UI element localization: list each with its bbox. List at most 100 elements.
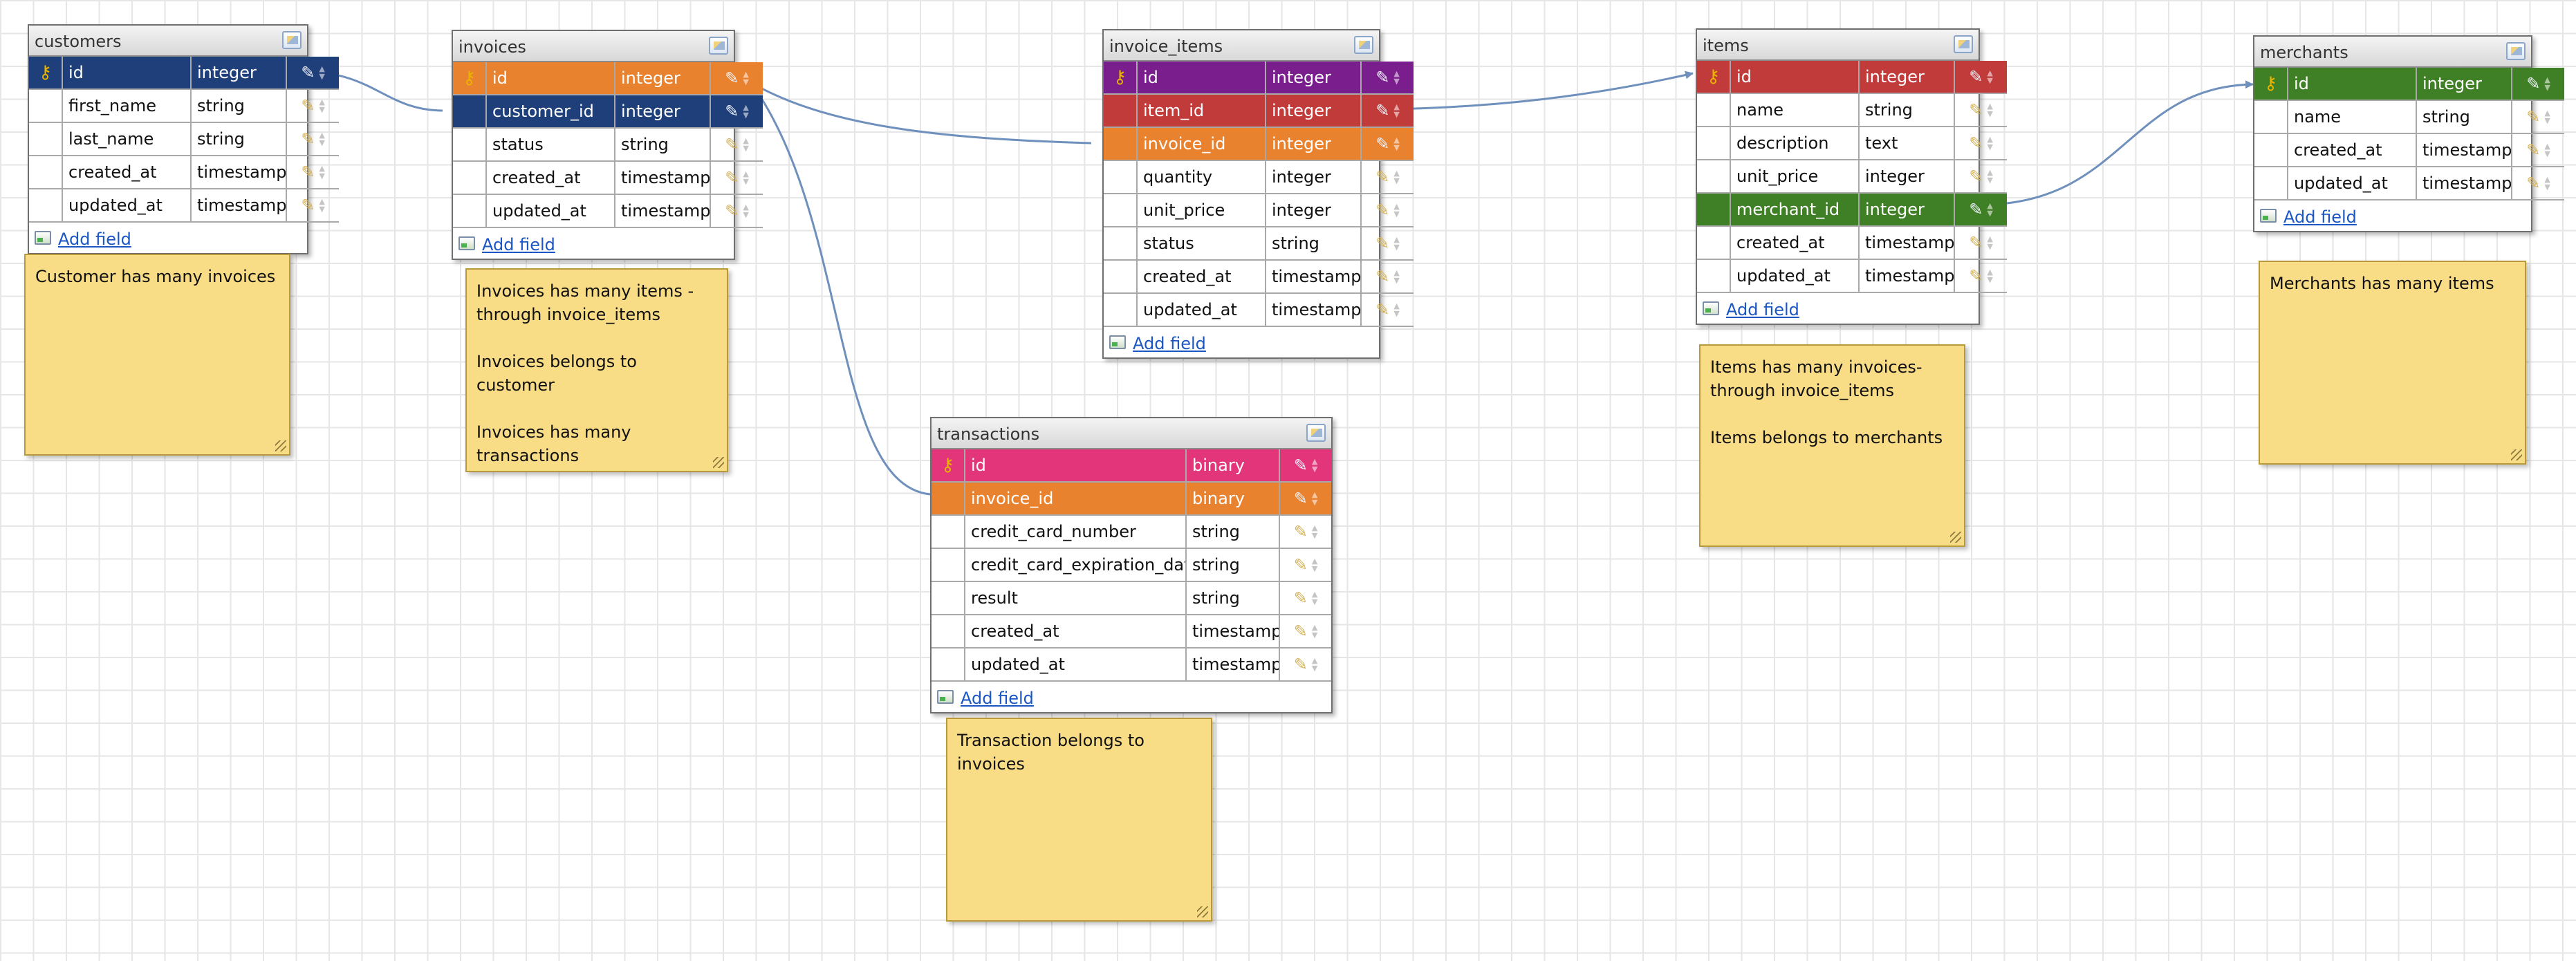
add-field-icon[interactable] xyxy=(1703,301,1719,315)
transactions-note[interactable]: Transaction belongs to invoices xyxy=(946,718,1212,922)
move-down-icon[interactable]: ▼ xyxy=(743,111,748,119)
move-down-icon[interactable]: ▼ xyxy=(743,211,748,218)
move-down-icon[interactable]: ▼ xyxy=(2544,183,2550,191)
field-type[interactable]: integer xyxy=(1266,62,1362,95)
table-header[interactable]: merchants xyxy=(2254,37,2531,68)
field-name[interactable]: updated_at xyxy=(486,194,615,228)
move-down-icon[interactable]: ▼ xyxy=(1987,243,1992,250)
move-down-icon[interactable]: ▼ xyxy=(1393,243,1399,251)
field-row[interactable]: updated_at timestamp ✎ ▲ ▼ xyxy=(1697,259,2007,293)
pencil-icon[interactable]: ✎ xyxy=(1969,266,1983,286)
field-name[interactable]: status xyxy=(1137,227,1266,261)
field-row[interactable]: ⚷ id integer ✎ ▲ ▼ xyxy=(453,62,763,95)
field-name[interactable]: invoice_id xyxy=(1137,127,1266,161)
up-down-arrows-icon[interactable]: ▲ ▼ xyxy=(743,170,748,185)
edit-table-icon[interactable] xyxy=(1306,424,1326,442)
pencil-icon[interactable]: ✎ xyxy=(301,63,315,82)
customers-note[interactable]: Customer has many invoices xyxy=(24,254,290,456)
field-row[interactable]: ⚷ id integer ✎ ▲ ▼ xyxy=(1697,61,2007,94)
table-items[interactable]: items ⚷ id integer ✎ ▲ ▼ name string ✎ ▲ ▼ descripti… xyxy=(1696,28,2007,325)
table-header[interactable]: invoice_items xyxy=(1104,30,1379,62)
pencil-icon[interactable]: ✎ xyxy=(2526,107,2540,127)
pencil-icon[interactable]: ✎ xyxy=(1375,234,1389,253)
resize-grip-icon[interactable] xyxy=(713,457,724,468)
up-down-arrows-icon[interactable]: ▲ ▼ xyxy=(1393,236,1399,251)
pencil-icon[interactable]: ✎ xyxy=(2526,140,2540,160)
field-type[interactable]: integer xyxy=(1859,193,1955,227)
pencil-icon[interactable]: ✎ xyxy=(1294,489,1308,508)
field-type[interactable]: integer xyxy=(1266,127,1362,161)
pencil-icon[interactable]: ✎ xyxy=(301,129,315,149)
field-row[interactable]: invoice_id binary ✎ ▲ ▼ xyxy=(932,482,1331,516)
field-type[interactable]: integer xyxy=(1266,194,1362,227)
field-type[interactable]: string xyxy=(1859,93,1955,127)
invoices-note[interactable]: Invoices has many items - through invoice… xyxy=(465,268,728,472)
table-customers[interactable]: customers ⚷ id integer ✎ ▲ ▼ first_name string ✎ ▲… xyxy=(28,24,339,254)
merchants-note[interactable]: Merchants has many items xyxy=(2259,261,2526,465)
move-down-icon[interactable]: ▼ xyxy=(1312,498,1317,506)
field-name[interactable]: item_id xyxy=(1137,94,1266,128)
move-down-icon[interactable]: ▼ xyxy=(1312,532,1317,539)
up-down-arrows-icon[interactable]: ▲ ▼ xyxy=(1393,302,1399,317)
field-type[interactable]: timestamp xyxy=(1266,293,1362,327)
field-row[interactable]: quantity integer ✎ ▲ ▼ xyxy=(1104,160,1414,194)
field-row[interactable]: ⚷ id binary ✎ ▲ ▼ xyxy=(932,449,1331,483)
field-name[interactable]: updated_at xyxy=(965,648,1187,682)
move-down-icon[interactable]: ▼ xyxy=(1312,565,1317,572)
field-name[interactable]: unit_price xyxy=(1137,194,1266,227)
add-field-icon[interactable] xyxy=(937,690,954,704)
pencil-icon[interactable]: ✎ xyxy=(1375,200,1389,220)
pencil-icon[interactable]: ✎ xyxy=(725,135,739,154)
add-field-icon[interactable] xyxy=(35,231,51,245)
table-header[interactable]: customers xyxy=(29,26,307,57)
pencil-icon[interactable]: ✎ xyxy=(301,162,315,182)
field-row[interactable]: created_at timestamp ✎ ▲ ▼ xyxy=(453,161,763,195)
field-name[interactable]: created_at xyxy=(1137,260,1266,294)
move-down-icon[interactable]: ▼ xyxy=(1312,598,1317,606)
up-down-arrows-icon[interactable]: ▲ ▼ xyxy=(743,104,748,119)
table-transactions[interactable]: transactions ⚷ id binary ✎ ▲ ▼ invoice_id binary… xyxy=(930,417,1333,713)
move-down-icon[interactable]: ▼ xyxy=(2544,150,2550,158)
move-down-icon[interactable]: ▼ xyxy=(2544,117,2550,124)
add-field-link[interactable]: Add field xyxy=(1133,334,1206,353)
field-type[interactable]: timestamp xyxy=(1186,615,1280,649)
field-name[interactable]: name xyxy=(1730,93,1860,127)
up-down-arrows-icon[interactable]: ▲ ▼ xyxy=(743,71,748,86)
field-name[interactable]: created_at xyxy=(62,156,192,189)
field-type[interactable]: integer xyxy=(1859,160,1955,194)
move-down-icon[interactable]: ▼ xyxy=(1312,465,1317,473)
up-down-arrows-icon[interactable]: ▲ ▼ xyxy=(319,65,324,80)
up-down-arrows-icon[interactable]: ▲ ▼ xyxy=(1393,169,1399,185)
field-row[interactable]: last_name string ✎ ▲ ▼ xyxy=(29,122,339,156)
up-down-arrows-icon[interactable]: ▲ ▼ xyxy=(1312,557,1317,572)
up-down-arrows-icon[interactable]: ▲ ▼ xyxy=(319,131,324,147)
field-type[interactable]: string xyxy=(615,128,711,162)
pencil-icon[interactable]: ✎ xyxy=(1375,68,1389,87)
pencil-icon[interactable]: ✎ xyxy=(1294,622,1308,641)
move-down-icon[interactable]: ▼ xyxy=(319,73,324,80)
move-down-icon[interactable]: ▼ xyxy=(1393,111,1399,118)
pencil-icon[interactable]: ✎ xyxy=(725,201,739,221)
up-down-arrows-icon[interactable]: ▲ ▼ xyxy=(319,198,324,213)
field-type[interactable]: timestamp xyxy=(2416,133,2512,167)
field-row[interactable]: invoice_id integer ✎ ▲ ▼ xyxy=(1104,127,1414,161)
field-name[interactable]: updated_at xyxy=(2288,167,2417,200)
move-down-icon[interactable]: ▼ xyxy=(319,205,324,213)
table-header[interactable]: invoices xyxy=(453,31,734,62)
field-row[interactable]: created_at timestamp ✎ ▲ ▼ xyxy=(29,156,339,189)
field-name[interactable]: created_at xyxy=(1730,226,1860,260)
field-name[interactable]: name xyxy=(2288,100,2417,134)
field-type[interactable]: timestamp xyxy=(1859,259,1955,293)
pencil-icon[interactable]: ✎ xyxy=(1375,134,1389,153)
move-down-icon[interactable]: ▼ xyxy=(1987,209,1992,217)
pencil-icon[interactable]: ✎ xyxy=(1969,200,1983,219)
pencil-icon[interactable]: ✎ xyxy=(1969,167,1983,186)
field-name[interactable]: merchant_id xyxy=(1730,193,1860,227)
table-header[interactable]: items xyxy=(1697,30,1979,61)
move-down-icon[interactable]: ▼ xyxy=(1393,310,1399,317)
edit-table-icon[interactable] xyxy=(1354,36,1373,54)
field-type[interactable]: integer xyxy=(1859,61,1955,94)
field-type[interactable]: timestamp xyxy=(1859,226,1955,260)
add-field-icon[interactable] xyxy=(2260,209,2277,223)
field-type[interactable]: integer xyxy=(2416,68,2512,101)
